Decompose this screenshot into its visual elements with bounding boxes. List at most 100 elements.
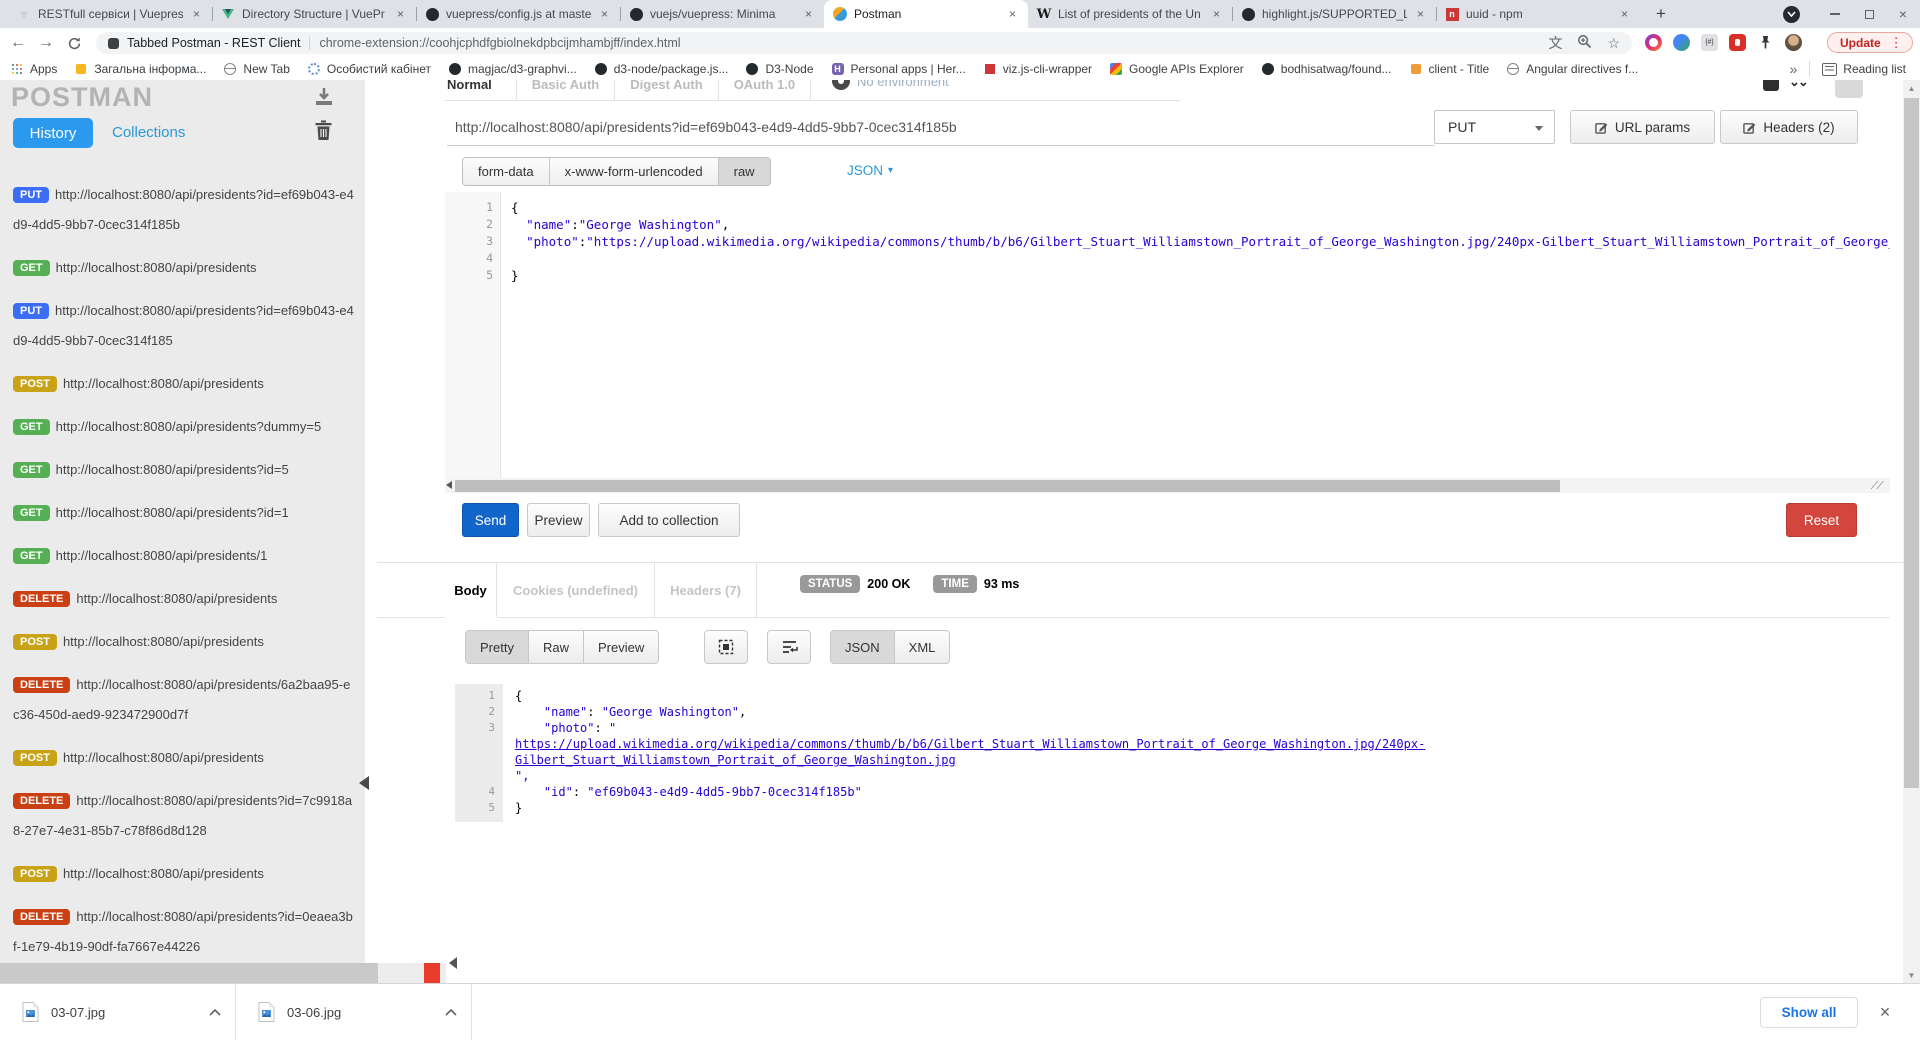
chevrons-icon[interactable]: ⌄⌄ bbox=[1789, 80, 1807, 90]
tab-raw[interactable]: raw bbox=[719, 158, 770, 185]
method-select[interactable]: PUT bbox=[1434, 110, 1555, 144]
preview-button[interactable]: Preview bbox=[527, 503, 590, 537]
bookmark-item[interactable]: Google APIs Explorer bbox=[1109, 62, 1244, 76]
tab-response-cookies[interactable]: Cookies (undefined) bbox=[497, 563, 655, 617]
bookmark-item[interactable]: bodhisatwag/found... bbox=[1261, 62, 1392, 76]
minimize-button[interactable] bbox=[1818, 0, 1852, 28]
avatar-extension-icon[interactable] bbox=[1785, 34, 1802, 51]
tab-oauth[interactable]: OAuth 1.0 bbox=[719, 80, 811, 100]
bookmark-item[interactable]: Apps bbox=[10, 62, 57, 76]
close-downloads-icon[interactable]: × bbox=[1870, 997, 1900, 1027]
close-tab-icon[interactable]: × bbox=[1413, 7, 1428, 22]
reset-button[interactable]: Reset bbox=[1786, 503, 1857, 537]
body-format-dropdown[interactable]: JSON ▾ bbox=[847, 163, 893, 178]
show-all-button[interactable]: Show all bbox=[1760, 997, 1858, 1028]
word-wrap-button[interactable] bbox=[767, 630, 811, 664]
bookmark-item[interactable]: client - Title bbox=[1409, 62, 1490, 76]
refresh-button[interactable] bbox=[62, 31, 86, 55]
new-tab-button[interactable]: + bbox=[1648, 1, 1674, 27]
tab-urlencoded[interactable]: x-www-form-urlencoded bbox=[550, 158, 719, 185]
update-button[interactable]: Update ⋮ bbox=[1827, 32, 1913, 53]
send-button[interactable]: Send bbox=[462, 503, 519, 537]
bookmark-item[interactable]: D3-Node bbox=[745, 62, 813, 76]
tab-response-body[interactable]: Body bbox=[445, 563, 497, 617]
browser-tab[interactable]: vuejs/vuepress: Minima× bbox=[620, 0, 824, 28]
tab-digest-auth[interactable]: Digest Auth bbox=[615, 80, 718, 100]
bookmark-star-icon[interactable]: ☆ bbox=[1607, 36, 1620, 50]
bookmark-item[interactable]: Особистий кабінет bbox=[307, 62, 431, 76]
browser-tab[interactable]: List of presidents of the Un× bbox=[1028, 0, 1232, 28]
download-icon[interactable] bbox=[314, 87, 334, 112]
history-item[interactable]: DELETEhttp://localhost:8080/api/presiden… bbox=[13, 902, 355, 962]
history-item[interactable]: GEThttp://localhost:8080/api/presidents?… bbox=[13, 455, 355, 485]
tab-form-data[interactable]: form-data bbox=[463, 158, 550, 185]
history-item[interactable]: GEThttp://localhost:8080/api/presidents/… bbox=[13, 541, 355, 571]
scroll-left-icon[interactable] bbox=[449, 957, 457, 969]
chevron-up-icon[interactable] bbox=[209, 1009, 221, 1016]
horizontal-scrollbar[interactable] bbox=[0, 963, 470, 983]
chevron-up-icon[interactable] bbox=[445, 1009, 457, 1016]
scroll-up-icon[interactable]: ▲ bbox=[1903, 80, 1920, 96]
maximize-button[interactable] bbox=[1852, 0, 1886, 28]
password-extension-icon[interactable] bbox=[1729, 34, 1746, 51]
tab-json[interactable]: JSON bbox=[831, 631, 895, 663]
tab-raw-view[interactable]: Raw bbox=[529, 631, 584, 663]
history-item[interactable]: PUThttp://localhost:8080/api/presidents?… bbox=[13, 296, 355, 356]
bookmark-item[interactable]: Загальна інформа... bbox=[74, 62, 206, 76]
tab-xml[interactable]: XML bbox=[895, 631, 950, 663]
reading-list-button[interactable]: Reading list bbox=[1822, 62, 1906, 76]
history-item[interactable]: POSThttp://localhost:8080/api/presidents bbox=[13, 743, 355, 773]
select-all-button[interactable] bbox=[704, 630, 748, 664]
headers-button[interactable]: Headers (2) bbox=[1720, 110, 1858, 144]
close-tab-icon[interactable]: × bbox=[1209, 7, 1224, 22]
editor-hscroll-thumb[interactable] bbox=[455, 480, 1560, 492]
history-item[interactable]: DELETEhttp://localhost:8080/api/presiden… bbox=[13, 670, 355, 730]
tab-preview-view[interactable]: Preview bbox=[584, 631, 658, 663]
close-tab-icon[interactable]: × bbox=[189, 7, 204, 22]
download-item[interactable]: 03-07.jpg bbox=[0, 984, 236, 1040]
code-extension-icon[interactable] bbox=[1701, 34, 1718, 51]
translate-icon[interactable]: 文 bbox=[1548, 36, 1562, 50]
history-item[interactable]: PUThttp://localhost:8080/api/presidents?… bbox=[13, 180, 355, 240]
add-to-collection-button[interactable]: Add to collection bbox=[598, 503, 740, 537]
resize-grip-icon[interactable]: ⟋⟋ bbox=[1871, 480, 1882, 493]
editor-hscrollbar[interactable]: ⟋⟋ bbox=[445, 478, 1890, 493]
scroll-left-icon[interactable] bbox=[446, 481, 452, 489]
trash-icon[interactable] bbox=[314, 120, 333, 146]
response-link[interactable]: Gilbert_Stuart_Williamstown_Portrait_of_… bbox=[515, 753, 956, 767]
tab-normal[interactable]: Normal bbox=[447, 80, 492, 92]
layout-icon[interactable] bbox=[1763, 80, 1779, 91]
tab-history[interactable]: History bbox=[13, 118, 93, 148]
bookmark-item[interactable]: Angular directives f... bbox=[1506, 62, 1638, 76]
history-item[interactable]: POSThttp://localhost:8080/api/presidents bbox=[13, 627, 355, 657]
bookmark-item[interactable]: magjac/d3-graphvi... bbox=[448, 62, 577, 76]
browser-tab[interactable]: vuepress/config.js at maste× bbox=[416, 0, 620, 28]
hscroll-thumb[interactable] bbox=[0, 963, 378, 983]
forward-button[interactable]: → bbox=[34, 31, 58, 55]
profile-icon[interactable] bbox=[1783, 6, 1800, 23]
close-window-button[interactable]: × bbox=[1886, 0, 1920, 28]
url-params-button[interactable]: URL params bbox=[1570, 110, 1715, 144]
response-link[interactable]: https://upload.wikimedia.org/wikipedia/c… bbox=[515, 737, 1425, 751]
tab-collections[interactable]: Collections bbox=[112, 124, 185, 141]
download-item[interactable]: 03-06.jpg bbox=[236, 984, 472, 1040]
history-item[interactable]: POSThttp://localhost:8080/api/presidents bbox=[13, 369, 355, 399]
camera-extension-icon[interactable] bbox=[1645, 34, 1662, 51]
scroll-down-icon[interactable]: ▼ bbox=[1903, 967, 1920, 983]
vscroll-thumb[interactable] bbox=[1904, 98, 1919, 788]
history-item[interactable]: POSThttp://localhost:8080/api/presidents bbox=[13, 859, 355, 889]
browser-tab[interactable]: Postman× bbox=[824, 0, 1028, 28]
browser-menu-icon[interactable]: ⋮ bbox=[1890, 35, 1903, 51]
close-tab-icon[interactable]: × bbox=[1617, 7, 1632, 22]
browser-tab[interactable]: uuid - npm× bbox=[1436, 0, 1640, 28]
environment-selector[interactable]: No environment bbox=[832, 80, 949, 90]
pin-extension-icon[interactable] bbox=[1757, 34, 1774, 51]
request-url-input[interactable]: http://localhost:8080/api/presidents?id=… bbox=[447, 108, 1434, 146]
close-tab-icon[interactable]: × bbox=[393, 7, 408, 22]
close-tab-icon[interactable]: × bbox=[1005, 7, 1020, 22]
bookmark-item[interactable]: viz.js-cli-wrapper bbox=[983, 62, 1092, 76]
browser-tab[interactable]: RESTfull сервіси | Vuepress× bbox=[8, 0, 212, 28]
bookmarks-overflow-chevron[interactable]: » bbox=[1790, 61, 1798, 77]
vertical-scrollbar[interactable]: ▲ ▼ bbox=[1903, 80, 1920, 983]
bookmark-item[interactable]: Personal apps | Her... bbox=[831, 62, 966, 76]
